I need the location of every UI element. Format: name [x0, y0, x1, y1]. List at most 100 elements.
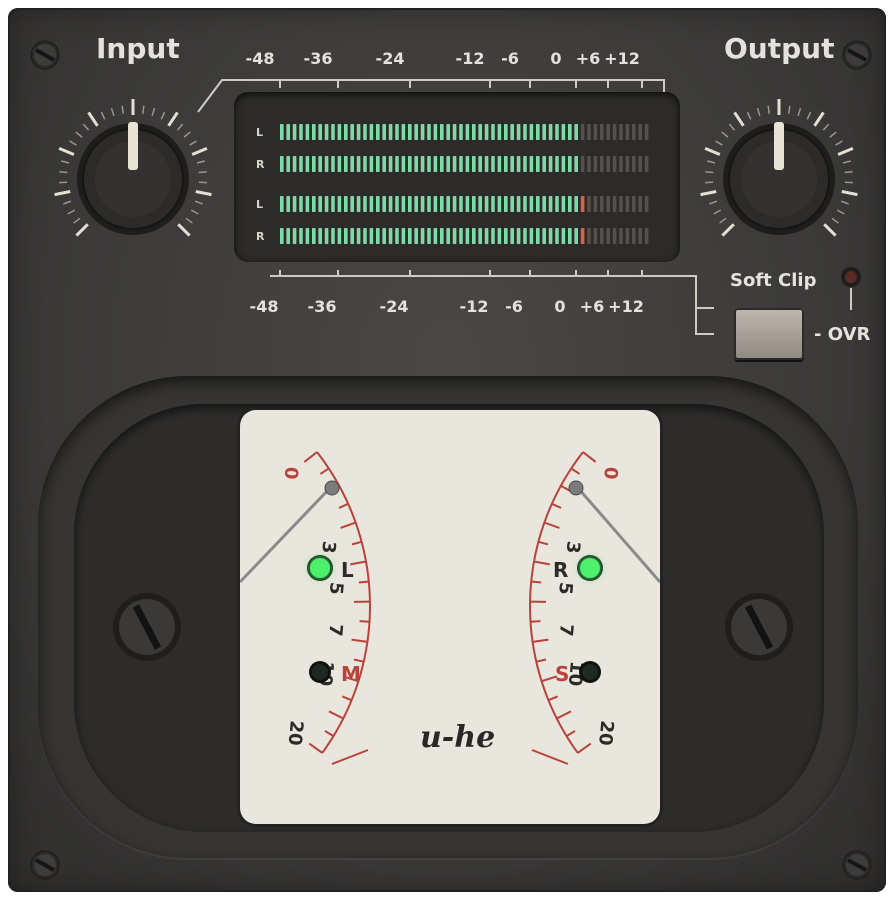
meter-segment [638, 228, 642, 244]
meter-segment [536, 196, 540, 212]
meter-segment [632, 196, 636, 212]
meter-segment [324, 156, 329, 172]
plugin-panel: Input Output -48 -36 -24 -12 -6 0 +6 +12 LRLR -… [8, 8, 886, 892]
meter-segment [593, 196, 598, 212]
meter-segment [318, 124, 322, 140]
scale-label: -48 [246, 49, 275, 68]
meter-segment [574, 196, 578, 212]
meter-segment [472, 156, 476, 172]
ovr-label: - OVR [814, 324, 871, 345]
meter-segment [632, 124, 636, 140]
meter-segment [388, 156, 393, 172]
output-knob[interactable] [688, 88, 870, 270]
meter-segment [363, 156, 367, 172]
meter-segment [280, 124, 284, 140]
led-label-m: M [341, 662, 361, 686]
meter-segment [427, 196, 431, 212]
meter-segment [292, 196, 297, 212]
led-m[interactable] [312, 664, 328, 680]
meter-segment [344, 196, 348, 212]
meter-segment [542, 156, 546, 172]
meter-segment [356, 228, 361, 244]
meter-segment [350, 196, 354, 212]
meter-segment [478, 196, 482, 212]
meter-segment [318, 156, 322, 172]
meter-segment [619, 228, 623, 244]
screw-icon [842, 850, 872, 880]
meter-segment [542, 228, 546, 244]
meter-segment [299, 156, 303, 172]
meter-segment [612, 156, 617, 172]
meter-segment [369, 124, 374, 140]
meter-segment [344, 124, 348, 140]
meter-segment [472, 124, 476, 140]
input-label: Input [96, 32, 180, 65]
meter-segment [318, 228, 322, 244]
meter-segment [331, 124, 335, 140]
vu-scale-label: 5 [554, 581, 576, 595]
meter-segment [395, 124, 399, 140]
meter-segment [465, 196, 470, 212]
meter-segment [299, 196, 303, 212]
meter-segment [350, 228, 354, 244]
meter-segment [612, 228, 617, 244]
meter-segment [376, 156, 380, 172]
scale-label: -12 [460, 297, 489, 316]
meter-segment [555, 228, 559, 244]
vu-meter-face: 0357102003571020 [240, 410, 660, 824]
meter-segment [305, 228, 310, 244]
meter-segment [548, 196, 553, 212]
meter-segment [382, 124, 386, 140]
meter-segment [299, 228, 303, 244]
meter-segment [516, 228, 521, 244]
meter-segment [606, 196, 610, 212]
meter-segment [587, 228, 591, 244]
meter-segment [580, 156, 585, 172]
meter-segment [555, 156, 559, 172]
meter-segment [452, 156, 457, 172]
meter-segment [497, 124, 502, 140]
meter-segment [324, 196, 329, 212]
meter-segment [318, 196, 322, 212]
meter-segment [440, 228, 444, 244]
meter-segment [363, 124, 367, 140]
meter-segment [337, 124, 342, 140]
meter-segment [606, 156, 610, 172]
meter-segment [593, 228, 598, 244]
meter-segment [644, 196, 649, 212]
meter-segment [312, 124, 316, 140]
meter-segment [580, 228, 585, 244]
meter-segment [408, 124, 412, 140]
meter-segment [600, 196, 604, 212]
led-label-s: S [555, 662, 570, 686]
meter-segment [548, 156, 553, 172]
meter-segment [600, 124, 604, 140]
vu-scale-label: 3 [317, 540, 339, 554]
meter-segment [363, 196, 367, 212]
meter-segment [555, 124, 559, 140]
meter-segment [523, 156, 527, 172]
led-r[interactable] [580, 558, 600, 578]
meter-segment [497, 228, 502, 244]
meter-segment [459, 228, 463, 244]
meter-segment [510, 196, 514, 212]
meter-segment [484, 156, 489, 172]
scale-label: +12 [604, 49, 640, 68]
meter-segment [286, 124, 290, 140]
soft-clip-button[interactable] [734, 308, 804, 360]
scale-label: -48 [250, 297, 279, 316]
meter-segment [484, 124, 489, 140]
led-label-l: L [341, 558, 354, 582]
meter-segment [280, 196, 284, 212]
meter-segment [504, 228, 508, 244]
meter-segment [574, 156, 578, 172]
meter-segment [401, 228, 406, 244]
vu-scale-label: 5 [325, 581, 347, 595]
meter-segment [574, 124, 578, 140]
meter-segment [446, 228, 450, 244]
meter-segment [324, 228, 329, 244]
led-s[interactable] [582, 664, 598, 680]
meter-segment [408, 196, 412, 212]
meter-segment [344, 228, 348, 244]
led-l[interactable] [310, 558, 330, 578]
